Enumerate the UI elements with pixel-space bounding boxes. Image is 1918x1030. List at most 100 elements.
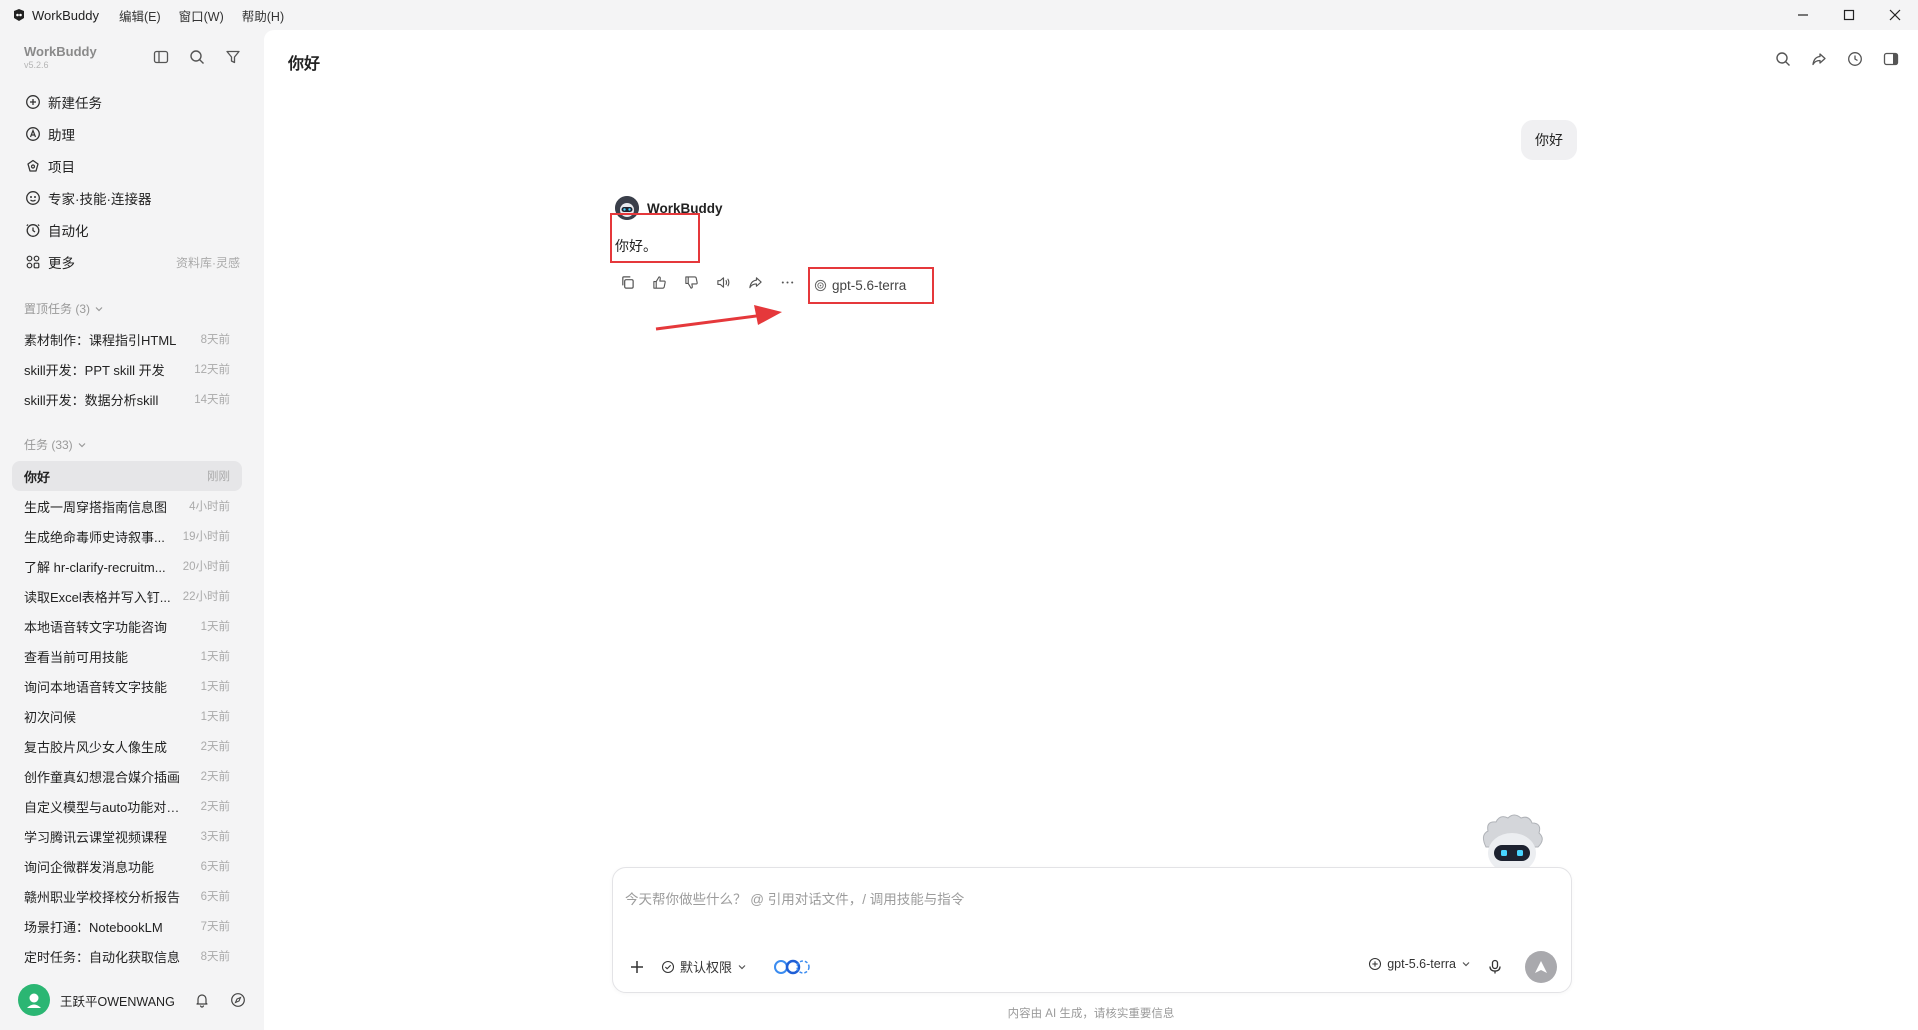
pinned-item[interactable]: skill开发：数据分析skill 14天前 [12,384,242,414]
nav-automation[interactable]: 自动化 [14,214,250,246]
send-button[interactable] [1525,951,1557,983]
task-item[interactable]: 赣州职业学校择校分析报告 6天前 [12,881,242,911]
user-profile[interactable]: 王跃平OWENWANG [18,982,248,1018]
chevron-down-icon [737,962,747,972]
task-item[interactable]: 复古胶片风少女人像生成 2天前 [12,731,242,761]
menu-edit[interactable]: 编辑(E) [119,6,161,25]
task-title: 生成一周穿搭指南信息图 [24,499,168,515]
maximize-button[interactable] [1826,0,1872,30]
annotation-arrow [654,298,794,332]
copy-icon[interactable] [617,272,637,292]
brand-name: WorkBuddy [24,44,97,59]
task-item[interactable]: 询问本地语音转文字技能 1天前 [12,671,242,701]
task-title: 素材制作：课程指引HTML [24,332,177,348]
assistant-icon [24,125,42,143]
window-controls [1780,0,1918,30]
filter-icon[interactable] [224,48,242,66]
tasks-title-text: 任务 (33) [24,438,73,452]
nav-new-task[interactable]: 新建任务 [14,86,250,118]
task-time: 12天前 [194,364,230,376]
task-item[interactable]: 了解 hr-clarify-recruitm... 20小时前 [12,551,242,581]
microphone-icon[interactable] [1485,957,1505,977]
tasks-section-title[interactable]: 任务 (33) [24,436,87,453]
task-time: 1天前 [200,651,230,663]
task-item[interactable]: 定时任务：自动化获取信息 8天前 [12,941,242,971]
sidebar-brand: WorkBuddy v5.2.6 [24,44,97,70]
nav-more[interactable]: 更多 资料库·灵感 [14,246,250,278]
task-item[interactable]: 查看当前可用技能 1天前 [12,641,242,671]
task-title: skill开发：数据分析skill [24,392,159,408]
pinned-item[interactable]: 素材制作：课程指引HTML 8天前 [12,324,242,354]
nav-label: 项目 [48,160,75,175]
task-list: 你好 刚刚 生成一周穿搭指南信息图 4小时前 生成绝命毒师史诗叙事... 19小时前 … [12,461,242,971]
model-selector[interactable]: gpt-5.6-terra [1368,957,1471,971]
title-bar: WorkBuddy 编辑(E) 窗口(W) 帮助(H) [0,0,1918,30]
compass-icon[interactable] [229,991,247,1009]
task-item-active[interactable]: 你好 刚刚 [12,461,242,491]
nav-label: 助理 [48,128,75,143]
task-item[interactable]: 生成绝命毒师史诗叙事... 19小时前 [12,521,242,551]
task-item[interactable]: 初次问候 1天前 [12,701,242,731]
task-title: 赣州职业学校择校分析报告 [24,889,181,905]
user-message-bubble: 你好 [1521,120,1577,160]
history-icon[interactable] [1846,50,1864,68]
task-item[interactable]: 创作童真幻想混合媒介插画 2天前 [12,761,242,791]
nav-experts[interactable]: 专家·技能·连接器 [14,182,250,214]
toggle-sidebar-icon[interactable] [152,48,170,66]
task-item[interactable]: 生成一周穿搭指南信息图 4小时前 [12,491,242,521]
thumbs-down-icon[interactable] [681,272,701,292]
nav-more-sub: 资料库·灵感 [176,255,240,270]
minimize-button[interactable] [1780,0,1826,30]
task-item[interactable]: 场景打通：NotebookLM 7天前 [12,911,242,941]
main-toolbar [1774,50,1900,68]
shield-check-icon [661,960,675,974]
search-icon[interactable] [1774,50,1792,68]
task-title: 生成绝命毒师史诗叙事... [24,529,165,545]
menu-window[interactable]: 窗口(W) [179,6,224,25]
task-title: 本地语音转文字功能咨询 [24,619,168,635]
chevron-down-icon [1461,959,1471,969]
task-item[interactable]: 自定义模型与auto功能对比... 2天前 [12,791,242,821]
loop-mode-icon[interactable] [771,957,811,977]
grid-icon [24,253,42,271]
share-icon[interactable] [745,272,765,292]
task-title: skill开发：PPT skill 开发 [24,362,165,378]
task-time: 1天前 [200,711,230,723]
search-icon[interactable] [188,48,206,66]
nav-assistant[interactable]: 助理 [14,118,250,150]
pinned-item[interactable]: skill开发：PPT skill 开发 12天前 [12,354,242,384]
task-item[interactable]: 学习腾讯云课堂视频课程 3天前 [12,821,242,851]
share-icon[interactable] [1810,50,1828,68]
task-title: 创作童真幻想混合媒介插画 [24,769,181,785]
task-title: 查看当前可用技能 [24,649,129,665]
task-time: 3天前 [200,831,230,843]
more-icon[interactable] [777,272,797,292]
project-icon [24,157,42,175]
menu-help[interactable]: 帮助(H) [242,6,284,25]
user-name: 王跃平OWENWANG [60,994,175,1009]
avatar[interactable] [18,984,50,1016]
permission-selector[interactable]: 默认权限 [661,957,747,976]
add-attachment-button[interactable] [627,957,647,977]
task-item[interactable]: 读取Excel表格并写入钉... 22小时前 [12,581,242,611]
bell-icon[interactable] [193,991,211,1009]
task-time: 1天前 [200,621,230,633]
sidebar-nav: 新建任务 助理 项目 专家·技能·连接器 自动化 更多 资料库·灵感 [14,86,250,278]
model-selector-label: gpt-5.6-terra [1387,957,1456,971]
pinned-section-title[interactable]: 置顶任务 (3) [24,300,104,317]
task-item[interactable]: 询问企微群发消息功能 6天前 [12,851,242,881]
highlight-box-message [610,213,700,263]
speaker-icon[interactable] [713,272,733,292]
task-time: 6天前 [200,891,230,903]
close-button[interactable] [1872,0,1918,30]
composer-input[interactable]: 今天帮你做些什么？ @ 引用对话文件，/ 调用技能与指令 [625,888,964,908]
task-time: 8天前 [200,951,230,963]
plus-circle-icon [24,93,42,111]
task-title: 了解 hr-clarify-recruitm... [24,559,166,575]
panel-toggle-icon[interactable] [1882,50,1900,68]
thumbs-up-icon[interactable] [649,272,669,292]
user-message-text: 你好 [1535,132,1563,148]
nav-project[interactable]: 项目 [14,150,250,182]
menu-bar: 编辑(E) 窗口(W) 帮助(H) [119,6,284,25]
task-item[interactable]: 本地语音转文字功能咨询 1天前 [12,611,242,641]
